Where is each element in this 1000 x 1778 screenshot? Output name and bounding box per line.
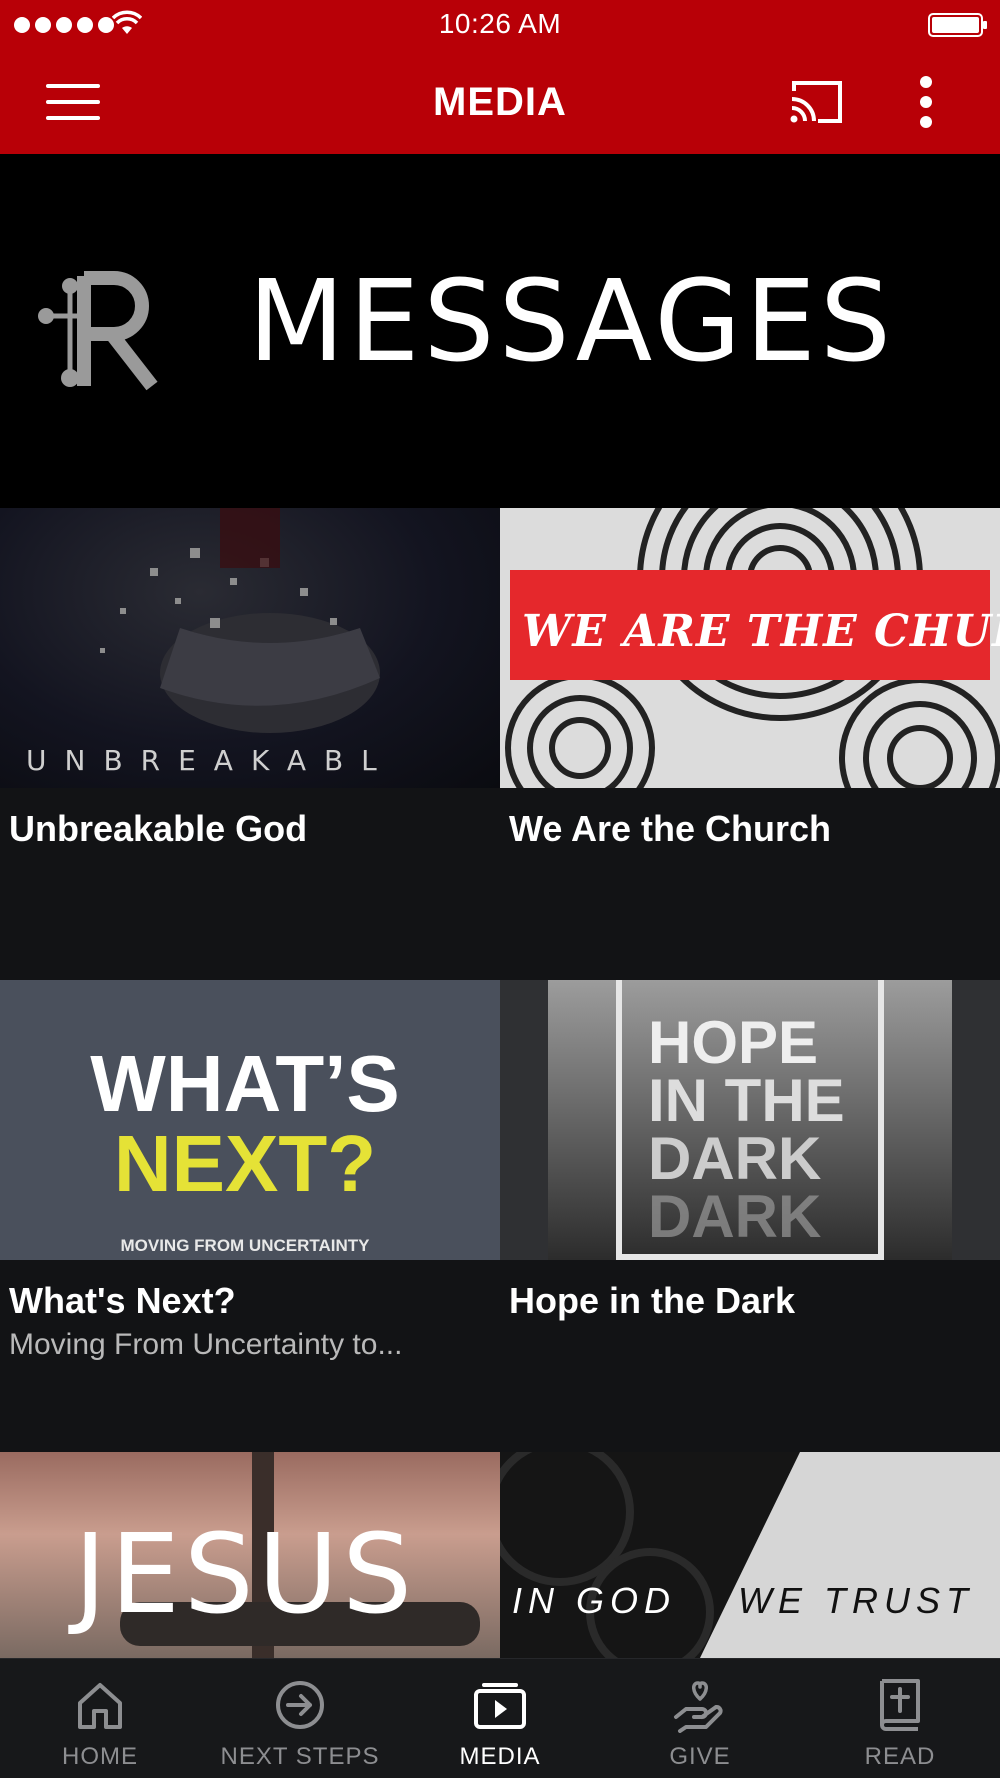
- nav-label: HOME: [62, 1743, 138, 1770]
- series-card[interactable]: UNBREAKABL Unbreakable God: [0, 508, 500, 980]
- series-card[interactable]: WHAT’S NEXT? MOVING FROM UNCERTAINTY Wha…: [0, 980, 500, 1452]
- page-title: MEDIA: [433, 80, 567, 124]
- nav-next-steps[interactable]: NEXT STEPS: [200, 1659, 400, 1778]
- bible-icon: [880, 1679, 920, 1731]
- art-line-4: DARK: [648, 1183, 822, 1250]
- church-logo-icon: [38, 271, 158, 391]
- series-card[interactable]: HOPE IN THE DARK DARK Hope in the Dark: [500, 980, 1000, 1452]
- nav-label: NEXT STEPS: [220, 1743, 380, 1770]
- status-bar: 10:26 AM: [0, 0, 1000, 50]
- more-options-button[interactable]: [904, 74, 946, 130]
- arrow-circle-right-icon: [276, 1681, 324, 1729]
- art-title: WE ARE THE CHURCH: [522, 606, 1000, 657]
- series-card[interactable]: WE ARE THE CHURCH We Are the Church: [500, 508, 1000, 980]
- banner-title: MESSAGES: [248, 257, 895, 387]
- cast-button[interactable]: [788, 77, 846, 127]
- nav-give[interactable]: GIVE: [600, 1659, 800, 1778]
- art-line-2: WE TRUST: [738, 1580, 974, 1621]
- series-thumbnail: WHAT’S NEXT? MOVING FROM UNCERTAINTY: [0, 980, 500, 1260]
- series-thumbnail: HOPE IN THE DARK DARK: [500, 980, 1000, 1260]
- home-icon: [78, 1683, 122, 1729]
- messages-banner: MESSAGES: [0, 154, 1000, 508]
- nav-label: GIVE: [669, 1743, 731, 1770]
- media-play-icon: [474, 1683, 526, 1729]
- series-title: Hope in the Dark: [509, 1280, 796, 1321]
- app-bar: MEDIA: [0, 50, 1000, 154]
- series-subtitle: Moving From Uncertainty to...: [9, 1328, 403, 1361]
- art-title: UNBREAKABL: [26, 744, 395, 777]
- nav-media[interactable]: MEDIA: [400, 1659, 600, 1778]
- art-line-1: IN GOD: [512, 1580, 677, 1621]
- series-thumbnail: WE ARE THE CHURCH: [500, 508, 1000, 788]
- series-card[interactable]: IN GOD WE TRUST: [500, 1452, 1000, 1658]
- bottom-nav: HOME NEXT STEPS MEDIA GIVE READ: [0, 1658, 1000, 1778]
- series-thumbnail: UNBREAKABL: [0, 508, 500, 788]
- battery-icon: [928, 13, 987, 37]
- series-title: We Are the Church: [509, 808, 832, 849]
- nav-label: READ: [864, 1743, 936, 1770]
- series-thumbnail: IN GOD WE TRUST: [500, 1452, 1000, 1658]
- nav-label: MEDIA: [459, 1743, 541, 1770]
- top-bar: 10:26 AM MEDIA: [0, 0, 1000, 154]
- art-line-2: NEXT?: [113, 1119, 377, 1208]
- nav-read[interactable]: READ: [800, 1659, 1000, 1778]
- cast-icon: [790, 81, 842, 123]
- art-line-3: MOVING FROM UNCERTAINTY: [120, 1236, 370, 1255]
- status-time: 10:26 AM: [438, 8, 562, 39]
- art-title: JESUS: [73, 1510, 417, 1638]
- coin-artwork: [500, 1452, 1000, 1658]
- art-line-1: WHAT’S: [90, 1039, 400, 1128]
- series-card[interactable]: JESUS: [0, 1452, 500, 1658]
- give-hand-heart-icon: [674, 1681, 723, 1733]
- nav-home[interactable]: HOME: [0, 1659, 200, 1778]
- series-title: What's Next?: [9, 1280, 236, 1321]
- series-thumbnail: JESUS: [0, 1452, 500, 1658]
- series-title: Unbreakable God: [9, 808, 308, 849]
